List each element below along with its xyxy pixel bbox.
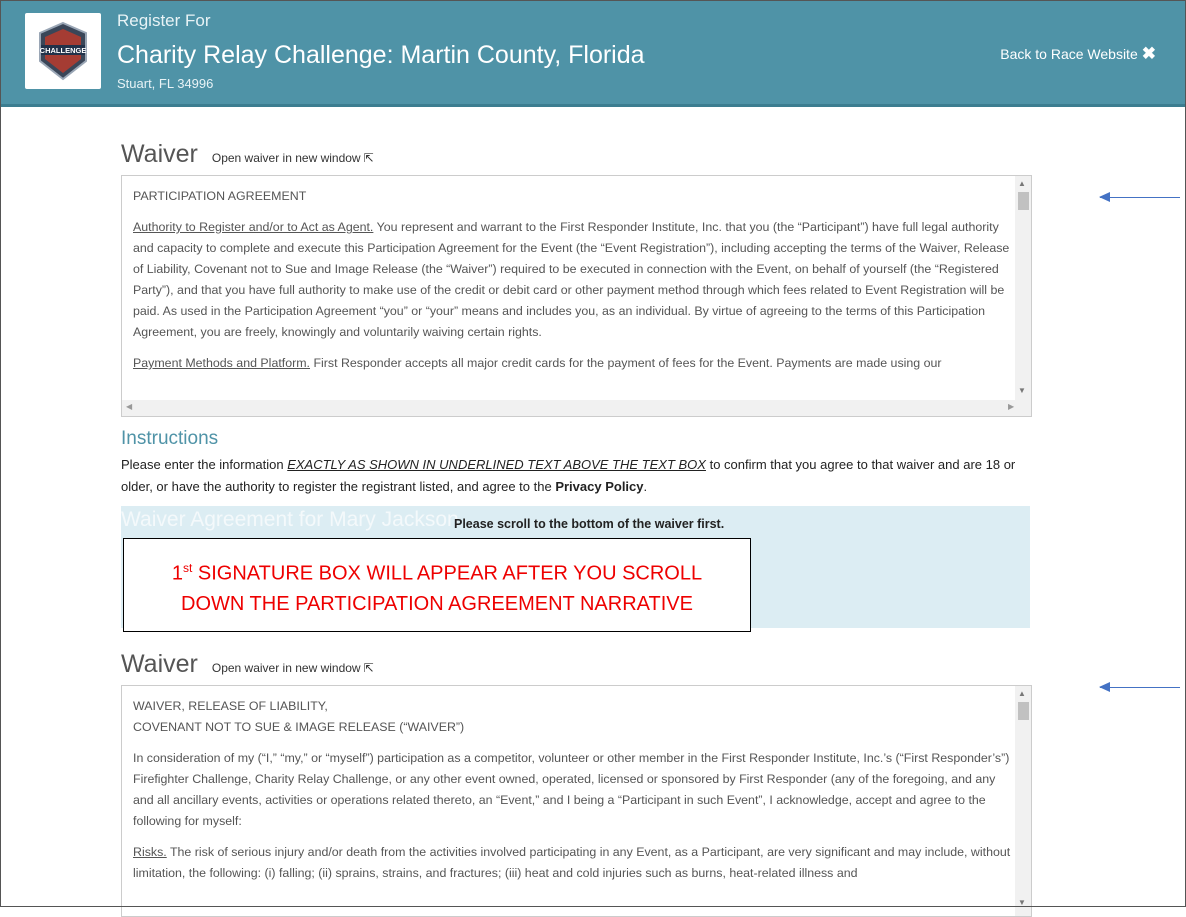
vertical-scrollbar-2[interactable]: ▲ ▼ — [1015, 686, 1031, 916]
vertical-scrollbar[interactable]: ▲ ▼ — [1015, 176, 1031, 400]
instructions-period: . — [643, 479, 648, 494]
payment-label: Payment Methods and Platform. — [133, 356, 310, 370]
scroll-up-icon[interactable]: ▲ — [1018, 689, 1026, 698]
scroll-up-icon[interactable]: ▲ — [1018, 179, 1026, 188]
event-logo: CHALLENGE — [25, 13, 101, 89]
callout-line-2: DOWN THE PARTICIPATION AGREEMENT NARRATI… — [181, 592, 693, 615]
agreement-heading: PARTICIPATION AGREEMENT — [133, 189, 307, 203]
privacy-policy-link[interactable]: Privacy Policy — [555, 479, 643, 494]
callout-line-1-text: SIGNATURE BOX WILL APPEAR AFTER YOU SCRO… — [192, 562, 703, 585]
event-location: Stuart, FL 34996 — [117, 76, 214, 91]
payment-text: First Responder accepts all major credit… — [310, 356, 942, 370]
signature-callout: 1st SIGNATURE BOX WILL APPEAR AFTER YOU … — [123, 538, 751, 632]
back-to-race-website-link[interactable]: Back to Race Website ✖ — [1000, 45, 1156, 62]
participation-agreement-textbox[interactable]: PARTICIPATION AGREEMENT Authority to Reg… — [121, 175, 1032, 417]
instructions-emphasis: EXACTLY AS SHOWN IN UNDERLINED TEXT ABOV… — [287, 457, 706, 472]
callout-ordinal-suffix: st — [183, 561, 193, 575]
open-waiver-new-window-link-2[interactable]: Open waiver in new window ⇱ — [212, 661, 374, 675]
external-link-icon: ⇱ — [363, 151, 374, 165]
callout-ordinal: 1 — [171, 562, 183, 585]
open-waiver-new-window-link[interactable]: Open waiver in new window ⇱ — [212, 151, 374, 165]
waiver-heading-line-2: COVENANT NOT TO SUE & IMAGE RELEASE (“WA… — [133, 720, 465, 734]
scrollbar-thumb-2[interactable] — [1018, 702, 1029, 720]
waiver-heading: Waiver — [121, 140, 198, 168]
risks-text: The risk of serious injury and/or death … — [133, 845, 1011, 880]
waiver-section-title: Waiver Open waiver in new window ⇱ — [121, 140, 374, 169]
agreement-paragraph-authority: Authority to Register and/or to Act as A… — [133, 217, 1013, 343]
waiver-release-textbox[interactable]: WAIVER, RELEASE OF LIABILITY, COVENANT N… — [121, 685, 1032, 917]
scrollbar-thumb[interactable] — [1018, 192, 1029, 210]
close-icon: ✖ — [1141, 44, 1156, 63]
waiver-paragraph-consideration: In consideration of my (“I,” “my,” or “m… — [133, 751, 1010, 828]
waiver-heading-line-1: WAIVER, RELEASE OF LIABILITY, — [133, 699, 328, 713]
waiver-agreement-title: Waiver Agreement for Mary Jackson — [121, 508, 459, 531]
svg-text:CHALLENGE: CHALLENGE — [40, 46, 87, 55]
registration-header: CHALLENGE Register For Charity Relay Cha… — [0, 0, 1186, 107]
scroll-note: Please scroll to the bottom of the waive… — [454, 517, 725, 531]
waiver-paragraph-risks: Risks. The risk of serious injury and/or… — [133, 842, 1013, 884]
horizontal-scrollbar[interactable]: ◀ ▶ — [122, 400, 1031, 416]
scroll-down-icon[interactable]: ▼ — [1018, 898, 1026, 907]
challenge-shield-icon: CHALLENGE — [39, 21, 87, 81]
instructions-text: Please enter the information EXACTLY AS … — [121, 454, 1041, 498]
scroll-right-icon[interactable]: ▶ — [1008, 402, 1014, 411]
external-link-icon: ⇱ — [363, 661, 374, 675]
event-title: Charity Relay Challenge: Martin County, … — [117, 41, 645, 69]
open-waiver-link-label-2: Open waiver in new window — [211, 661, 361, 675]
scroll-down-icon[interactable]: ▼ — [1018, 386, 1026, 395]
agreement-paragraph-payment: Payment Methods and Platform. First Resp… — [133, 353, 1013, 374]
instructions-text-part1: Please enter the information — [121, 457, 288, 472]
instructions-title: Instructions — [121, 428, 219, 449]
open-waiver-link-label: Open waiver in new window — [211, 151, 361, 165]
back-link-label: Back to Race Website — [1000, 45, 1138, 62]
waiver-heading-2: Waiver — [121, 650, 198, 678]
authority-text: You represent and warrant to the First R… — [133, 220, 1010, 339]
authority-label: Authority to Register and/or to Act as A… — [133, 220, 374, 234]
annotation-arrow-2 — [1099, 682, 1180, 692]
annotation-arrow-1 — [1099, 192, 1180, 202]
scroll-left-icon[interactable]: ◀ — [126, 402, 132, 411]
risks-label: Risks. — [133, 845, 167, 859]
register-for-label: Register For — [117, 11, 211, 30]
waiver-section-title-2: Waiver Open waiver in new window ⇱ — [121, 650, 374, 679]
callout-line-1: 1st SIGNATURE BOX WILL APPEAR AFTER YOU … — [124, 553, 750, 589]
